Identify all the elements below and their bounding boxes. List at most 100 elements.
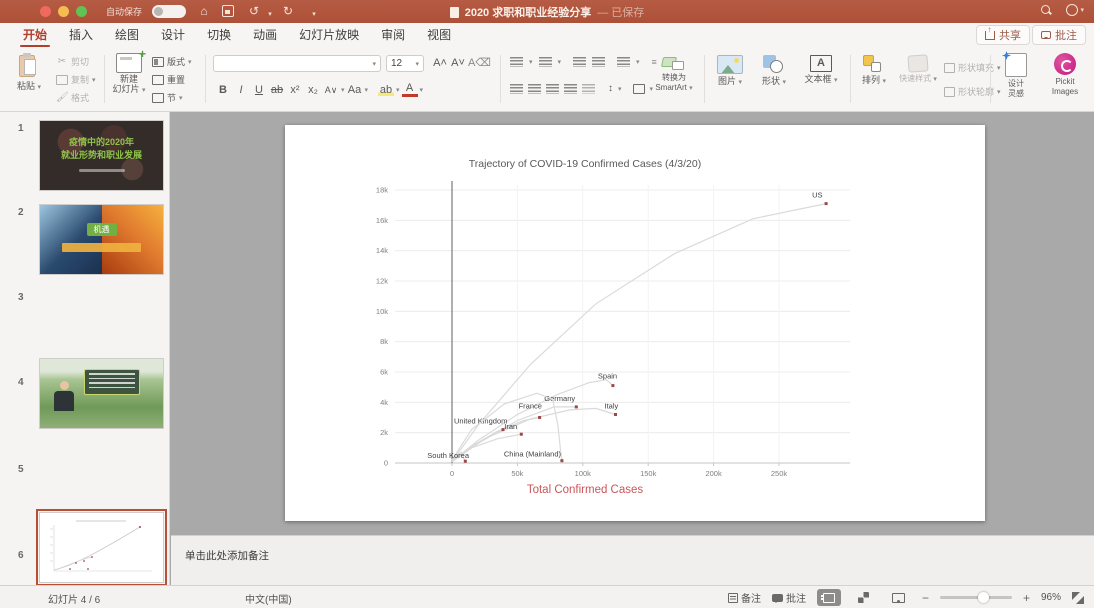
copy-button[interactable]: 复制 ▾ [56,72,96,87]
align-right-icon[interactable] [546,84,559,94]
new-slide-button[interactable]: + 新建幻灯片 ▾ [110,53,148,95]
tab-view[interactable]: 视图 [416,23,462,47]
numbering-icon[interactable] [539,57,552,67]
tab-slideshow[interactable]: 幻灯片放映 [288,23,370,47]
shape-outline-button[interactable]: 形状轮廓 ▾ [944,85,1001,98]
bold-button[interactable]: B [215,84,231,96]
shrink-font-button[interactable]: A˅ [450,57,466,69]
fullscreen-icon[interactable] [1072,592,1084,604]
align-center-icon[interactable] [528,84,541,94]
zoom-slider[interactable] [940,596,1012,599]
slide2-badge: 机遇 [87,223,117,236]
svg-text:100k: 100k [575,469,592,478]
smartart-icon [662,55,686,71]
svg-text:250k: 250k [771,469,788,478]
arrange-icon [863,55,885,73]
tab-design[interactable]: 设计 [150,23,196,47]
account-icon[interactable] [1066,4,1078,16]
search-icon[interactable] [1040,4,1052,16]
notes-pane[interactable]: 单击此处添加备注 [171,535,1094,585]
share-button[interactable]: 共享 [976,25,1030,45]
slide-thumbnail-2[interactable]: 机遇 [40,205,163,274]
slide-sorter-view-button[interactable] [852,589,876,606]
svg-text:China (Mainland): China (Mainland) [504,450,562,459]
list-level-icon[interactable] [617,57,630,67]
section-icon [152,93,164,103]
font-size-combo[interactable]: 12▾ [386,55,424,72]
ribbon-toolbar: 粘贴 ▾ ✂剪切 复制 ▾ 🖌格式 + 新建幻灯片 ▾ 版式 ▾ 重置 节 ▾ … [0,47,1094,112]
language-indicator[interactable]: 中文(中国) [245,591,292,606]
normal-view-icon [823,593,835,603]
font-style-buttons: B I U ab x² x₂ A∨▾ Aa▾ ab▾ A▾ [215,83,423,97]
svg-text:10k: 10k [376,307,388,316]
layout-button[interactable]: 版式 ▾ [152,54,192,69]
format-painter-button[interactable]: 🖌格式 [56,90,89,105]
underline-button[interactable]: U [251,84,267,96]
italic-button[interactable]: I [233,84,249,96]
tab-animations[interactable]: 动画 [242,23,288,47]
tab-draw[interactable]: 绘图 [104,23,150,47]
slide-thumbnail-1[interactable]: 疫情中的2020年 就业形势和职业发展 [40,121,163,190]
slide-canvas[interactable]: Trajectory of COVID-19 Confirmed Cases (… [285,125,985,521]
svg-text:Italy: Italy [605,402,619,411]
highlight-button[interactable]: ab [378,84,394,96]
comments-button[interactable]: 批注 [1032,25,1086,45]
zoom-percentage[interactable]: 96% [1041,592,1061,603]
shapes-button[interactable]: 形状 ▾ [756,55,792,88]
zoom-out-button[interactable]: − [922,591,929,605]
status-bar: 幻灯片 4 / 6 中文(中国) 备注 批注 − + 96% [0,585,1094,608]
svg-text:200k: 200k [705,469,722,478]
strikethrough-button[interactable]: ab [269,84,285,96]
pickit-images-button[interactable]: PickitImages [1044,53,1086,96]
slide-thumbnail-3[interactable] [40,359,163,428]
comments-toggle-button[interactable]: 批注 [772,590,806,605]
font-color-button[interactable]: A [402,83,418,97]
zoom-slider-knob[interactable] [978,592,989,603]
subscript-button[interactable]: x₂ [305,84,321,96]
bullets-icon[interactable] [510,57,523,67]
clear-format-button[interactable]: A⌫ [468,56,491,69]
design-ideas-button[interactable]: 设计灵感 [996,53,1036,98]
superscript-button[interactable]: x² [287,84,303,96]
section-button[interactable]: 节 ▾ [152,90,183,105]
char-spacing-button[interactable]: A∨ [323,85,339,96]
new-slide-icon: + [116,53,142,73]
picture-icon [717,55,743,74]
picture-button[interactable]: 图片 ▾ [712,55,748,88]
change-case-button[interactable]: Aa [347,84,363,96]
cut-button[interactable]: ✂剪切 [56,54,89,69]
format-painter-icon: 🖌 [56,92,68,103]
normal-view-button[interactable] [817,589,841,606]
tab-review[interactable]: 审阅 [370,23,416,47]
paste-button[interactable]: 粘贴 ▾ [12,53,46,93]
tab-home[interactable]: 开始 [12,23,58,47]
svg-text:0: 0 [384,459,388,468]
grow-font-button[interactable]: A˄ [432,57,448,69]
indent-icon[interactable] [592,57,605,67]
align-text-icon[interactable] [633,84,645,94]
zoom-in-button[interactable]: + [1023,591,1030,605]
arrange-button[interactable]: 排列 ▾ [856,55,892,87]
comment-icon [1041,31,1051,39]
pickit-icon [1054,53,1076,75]
title-bar: 自动保存 ⌂ ↺ ▾ ↻ ▾ 2020 求职和职业经验分享— 已保存 ▾ [0,0,1094,23]
slideshow-view-button[interactable] [887,589,911,606]
tab-insert[interactable]: 插入 [58,23,104,47]
quick-styles-button[interactable]: 快速样式 ▾ [896,55,940,85]
outdent-icon[interactable] [573,57,586,67]
textbox-button[interactable]: A 文本框 ▾ [800,55,842,86]
slide-editing-area: Trajectory of COVID-19 Confirmed Cases (… [171,112,1094,535]
font-name-combo[interactable]: ▾ [213,55,381,72]
tab-transitions[interactable]: 切换 [196,23,242,47]
columns-icon[interactable] [582,84,595,94]
font-size-buttons: A˄ A˅ A⌫ [432,56,491,69]
slide-thumbnail-4-selected[interactable] [40,513,163,582]
line-spacing-icon[interactable]: ↕ [608,83,613,94]
justify-icon[interactable] [564,84,577,94]
convert-smartart-button[interactable]: 转换为SmartArt ▾ [648,55,700,93]
align-left-icon[interactable] [510,84,523,94]
notes-toggle-button[interactable]: 备注 [728,590,761,605]
shape-fill-button[interactable]: 形状填充 ▾ [944,61,1001,74]
saved-status[interactable]: — 已保存 [597,7,644,19]
reset-button[interactable]: 重置 [152,72,185,87]
